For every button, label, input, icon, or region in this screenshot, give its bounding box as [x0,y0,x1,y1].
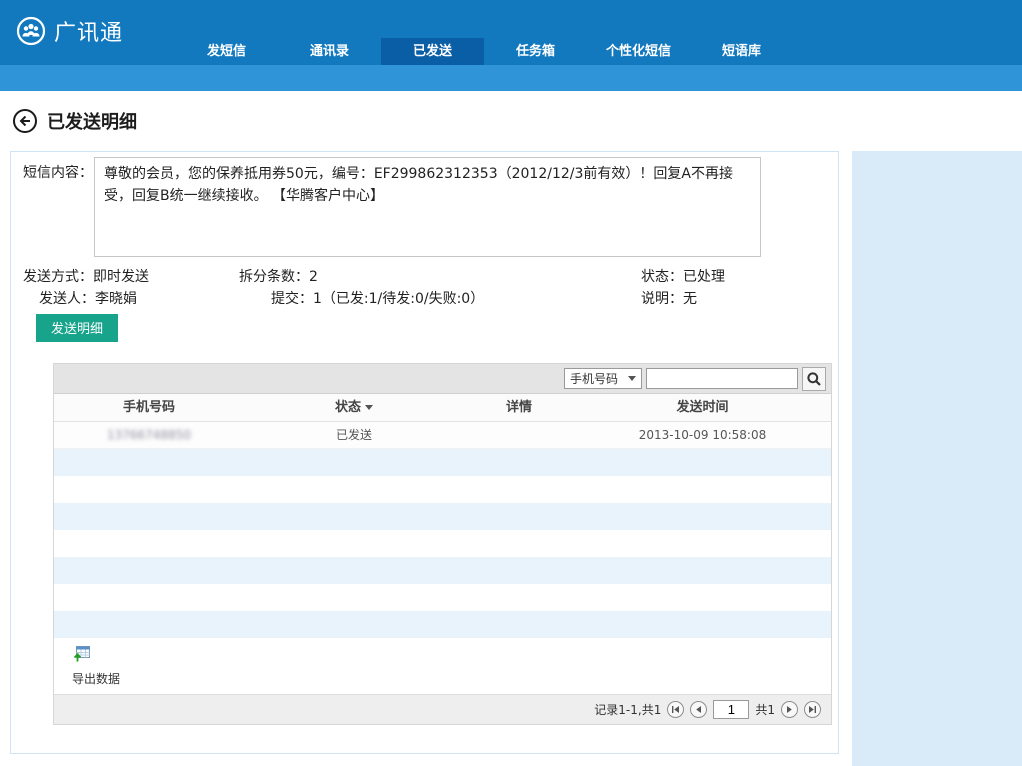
nav-item-taskbox[interactable]: 任务箱 [484,38,587,65]
col-header-status-label: 状态 [335,400,361,415]
col-header-phone: 手机号码 [54,394,244,421]
send-method-field: 发送方式：即时发送 [23,266,149,286]
nav-item-sent[interactable]: 已发送 [381,38,484,65]
cell-send-time: 2013-10-09 10:58:08 [574,422,831,448]
prev-page-icon [694,705,703,714]
people-logo-icon [16,16,46,46]
export-data-button[interactable] [72,643,92,667]
search-field-selected: 手机号码 [570,370,618,387]
cell-status: 已发送 [244,422,464,448]
last-page-button[interactable] [804,701,821,718]
sort-arrow-icon [365,405,373,410]
cell-detail [464,422,574,448]
submit-count-field: 提交：1（已发:1/待发:0/失败:0） [271,288,484,308]
empty-table-row [54,584,831,611]
col-header-send-time: 发送时间 [574,394,831,421]
split-count-field: 拆分条数：2 [239,266,318,286]
title-row: 已发送明细 [0,91,1022,151]
cell-phone-number: 13766748850 [54,422,244,448]
empty-table-row [54,611,831,638]
search-field-select[interactable]: 手机号码 [564,368,642,389]
table-header-row: 手机号码 状态 详情 发送时间 [54,394,831,422]
page: 广讯通 发短信 通讯录 已发送 任务箱 个性化短信 短语库 已发送明细 短信内容… [0,0,1022,766]
nav-item-phrase-library[interactable]: 短语库 [690,38,793,65]
nav-item-send-sms[interactable]: 发短信 [175,38,278,65]
sender-field: 发送人：李晓娟 [39,288,137,308]
header-sub-strip [0,65,1022,91]
sms-content-textarea[interactable]: 尊敬的会员，您的保养抵用券50元，编号：EF299862312353（2012/… [94,157,761,257]
record-count-text: 记录1-1,共1 [594,701,661,718]
page-number-input[interactable] [713,700,749,719]
page-title: 已发送明细 [47,108,137,134]
last-page-icon [808,705,817,714]
main-nav: 发短信 通讯录 已发送 任务箱 个性化短信 短语库 [175,38,793,65]
next-page-button[interactable] [781,701,798,718]
col-header-status[interactable]: 状态 [244,394,464,421]
tab-send-detail[interactable]: 发送明细 [36,314,118,342]
sms-content-label: 短信内容： [23,162,93,182]
status-field: 状态：已处理 [641,266,725,286]
total-pages-text: 共1 [755,701,775,718]
pagination-bar: 记录1-1,共1 共1 [54,694,831,724]
send-detail-table: 手机号码 手机号码 状态 详情 发送时间 [53,363,832,725]
search-input[interactable] [646,368,798,389]
next-page-icon [785,705,794,714]
nav-item-personalized-sms[interactable]: 个性化短信 [587,38,690,65]
empty-table-row [54,530,831,557]
right-sidebar [852,151,1022,766]
export-section: 导出数据 [54,638,831,694]
nav-item-contacts[interactable]: 通讯录 [278,38,381,65]
first-page-icon [671,705,680,714]
empty-table-row [54,476,831,503]
app-logo: 广讯通 [16,15,123,47]
prev-page-button[interactable] [690,701,707,718]
empty-table-row [54,503,831,530]
app-name: 广讯通 [54,15,123,47]
table-row: 13766748850 已发送 2013-10-09 10:58:08 [54,422,831,449]
note-field: 说明：无 [641,288,697,308]
col-header-detail: 详情 [464,394,574,421]
top-header: 广讯通 发短信 通讯录 已发送 任务箱 个性化短信 短语库 [0,0,1022,65]
search-icon [806,371,822,387]
sent-detail-panel: 短信内容： 尊敬的会员，您的保养抵用券50元，编号：EF299862312353… [10,151,839,754]
back-button[interactable] [12,108,38,134]
export-icon [72,643,92,663]
chevron-down-icon [628,376,636,381]
empty-table-row [54,557,831,584]
empty-table-row [54,449,831,476]
first-page-button[interactable] [667,701,684,718]
export-data-label: 导出数据 [72,670,831,687]
search-button[interactable] [802,367,826,391]
table-search-bar: 手机号码 [54,364,831,394]
